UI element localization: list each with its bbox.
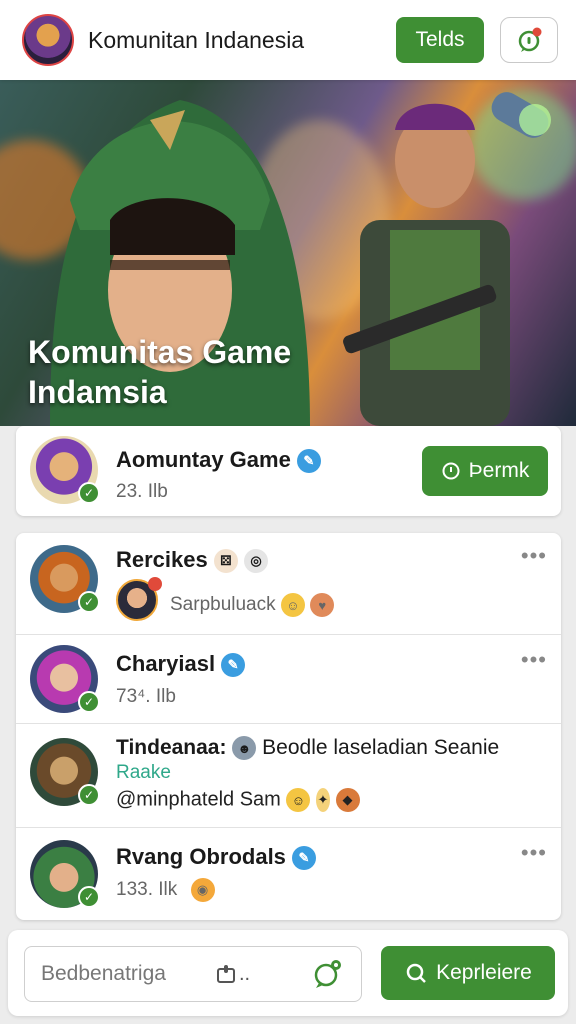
gem-emoji-icon: ◆ [335,788,360,812]
hero-banner: Komunitas Game Indamsia [0,80,576,426]
message-input[interactable] [41,962,201,986]
more-options-icon[interactable]: ••• [521,840,547,866]
verified-badge-icon: ✎ [291,846,316,871]
heart-emoji-icon: ♥ [310,593,335,617]
list-item[interactable]: ✓ Charyiasl ✎ ••• 73⁴. Ilb [16,634,561,723]
hero-title: Komunitas Game Indamsia [28,332,291,412]
group-card: ✓ Aomuntay Game ✎ 23. Ilb Þermk [16,426,561,516]
member-name-text: Rercikes [116,547,208,572]
header-action-button[interactable]: Telds [396,17,484,63]
composer-bar: .. Keprleiere [8,930,568,1016]
community-avatar[interactable] [22,14,74,66]
dice-emoji-icon: ⚄ [213,549,238,574]
join-label: Þermk [468,459,530,482]
link-emoji-icon: ◎ [244,549,268,574]
send-button[interactable]: Keprleiere [381,946,555,1000]
laugh-emoji-icon: ☺ [280,593,305,617]
member-sub: 73⁴. Ilb [116,686,176,707]
join-icon [442,462,460,480]
chat-add-icon[interactable] [311,958,343,990]
member-list: ✓ Rercikes ⚄ ◎ ••• Sarpbuluack ☺ ♥ ✓ Cha… [16,533,561,920]
sword-emoji-icon: ✦ [315,788,330,812]
list-item[interactable]: ✓ Tindeanaa: ☻ Beodle laseladian Seanie … [16,723,561,827]
chat-notification-button[interactable] [500,17,558,63]
member-sub: Sarpbuluack ☺ ♥ [170,593,335,617]
page-title: Komunitan Indanesia [88,26,305,53]
verified-check-icon: ✓ [78,886,100,908]
member-name: Charyiasl ✎ [116,651,246,678]
member-sub: 133. Ilk ◉ [116,878,215,902]
list-item[interactable]: ✓ Rercikes ⚄ ◎ ••• Sarpbuluack ☺ ♥ [16,533,561,634]
verified-check-icon: ✓ [78,482,100,504]
member-sub-text: 133. Ilk [116,879,178,901]
attachment-icon[interactable]: .. [215,963,250,986]
search-icon [406,963,427,983]
send-label: Keprleiere [436,961,532,984]
member-name: Tindeanaa: ☻ Beodle laseladian Seanie [116,736,500,761]
hero-title-line1: Komunitas Game [28,334,292,370]
member-name: Rercikes ⚄ ◎ [116,547,268,574]
hero-character-armored [343,92,551,426]
app-header: Komunitan Indanesia Telds [0,0,576,80]
user-emoji-icon: ☻ [232,736,257,761]
group-name-text: Aomuntay Game [116,447,291,472]
group-name: Aomuntay Game ✎ [116,447,321,474]
group-meta: 23. Ilb [116,481,168,502]
chat-notification-icon [518,27,542,52]
message-input-wrap: .. [24,946,362,1002]
more-options-icon[interactable]: ••• [521,543,547,569]
member-name-text: Rvang Obrodals [116,844,286,869]
join-button[interactable]: Þermk [422,446,548,496]
more-options-icon[interactable]: ••• [521,647,547,673]
hero-title-line2: Indamsia [28,374,167,410]
fire-emoji-icon: ◉ [190,878,215,902]
member-sub-text: @minphateld Sam [116,788,281,811]
member-sub-text: Sarpbuluack [170,594,276,616]
member-name: Rvang Obrodals ✎ [116,844,316,871]
member-name-rest: Beodle laseladian Seanie [262,736,500,759]
list-item[interactable]: ✓ Rvang Obrodals ✎ ••• 133. Ilk ◉ [16,827,561,920]
member-name-text: Charyiasl [116,651,216,676]
laugh-emoji-icon: ☺ [286,788,311,812]
verified-check-icon: ✓ [78,784,100,806]
member-sub: @minphateld Sam ☺ ✦ ◆ [116,788,360,812]
verified-check-icon: ✓ [78,591,100,613]
verified-badge-icon: ✎ [221,653,246,678]
verified-check-icon: ✓ [78,691,100,713]
member-name-text: Tindeanaa: [116,736,227,759]
member-tag: Raake [116,762,171,783]
notification-dot-icon [148,577,162,591]
verified-badge-icon: ✎ [296,449,321,474]
